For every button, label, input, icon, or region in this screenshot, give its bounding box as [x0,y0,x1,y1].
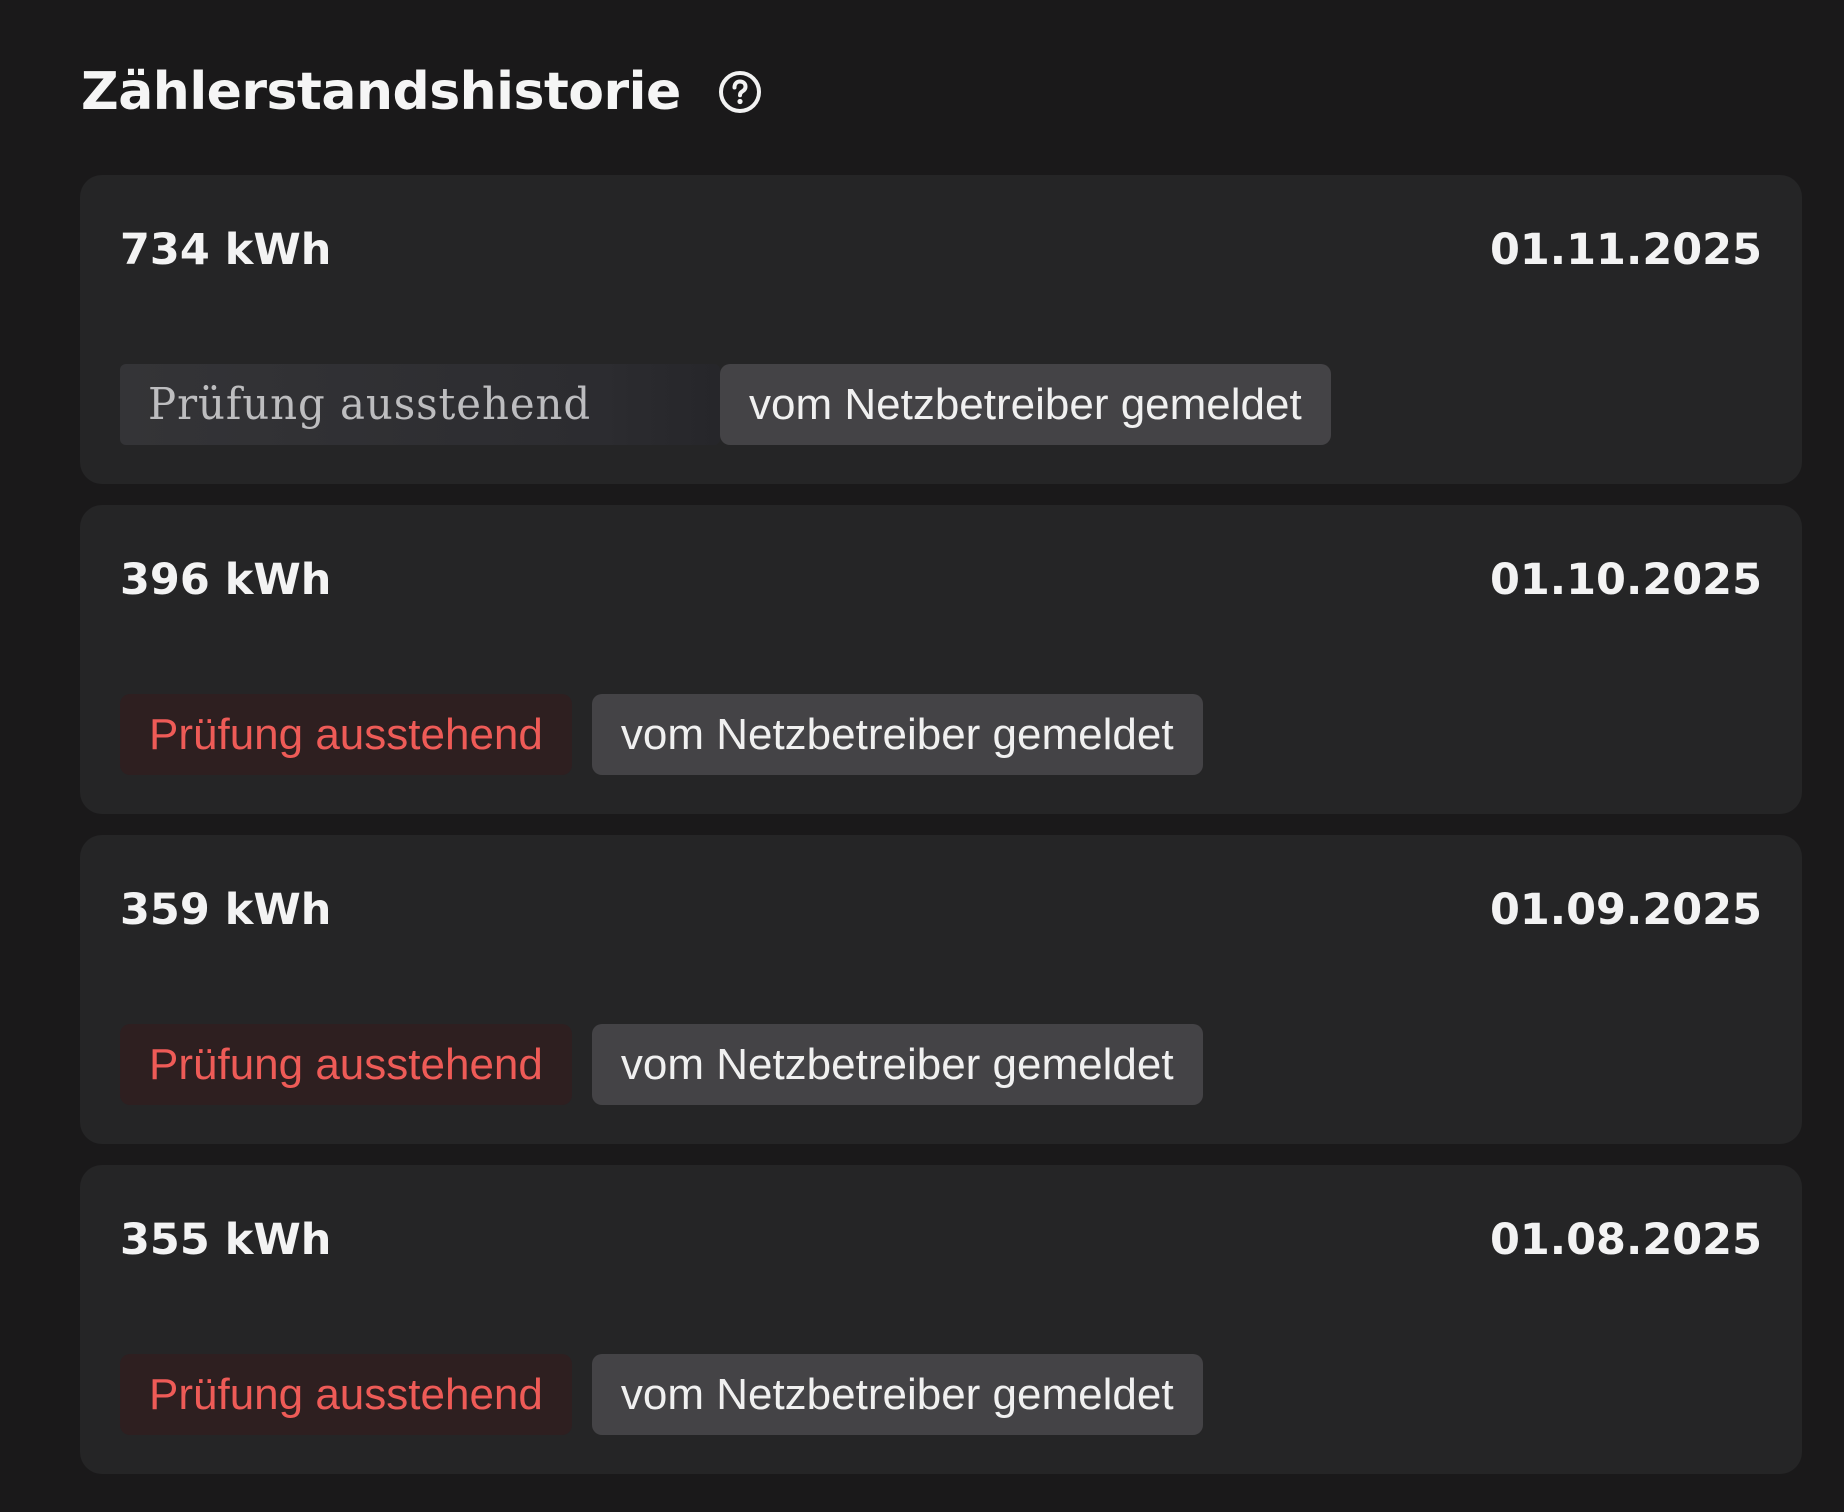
reading-date: 01.08.2025 [1489,1215,1762,1265]
source-badge-label: vom Netzbetreiber gemeldet [620,1039,1174,1089]
status-badge-label: Prüfung ausstehend [148,379,592,430]
source-badge: vom Netzbetreiber gemeldet [591,1354,1203,1435]
status-badge-label: Prüfung ausstehend [149,709,543,759]
badge-row: Prüfung ausstehend vom Netzbetreiber gem… [120,364,1351,445]
source-badge: vom Netzbetreiber gemeldet [720,364,1331,445]
page-header: Zählerstandshistorie [81,56,763,128]
badge-row: Prüfung ausstehend vom Netzbetreiber gem… [120,1354,1223,1435]
page-title: Zählerstandshistorie [81,62,681,122]
help-circle-icon[interactable] [717,69,763,115]
badge-row: Prüfung ausstehend vom Netzbetreiber gem… [120,1024,1223,1105]
reading-date: 01.10.2025 [1489,555,1762,605]
status-badge: Prüfung ausstehend [120,1354,572,1435]
reading-date: 01.11.2025 [1489,225,1762,275]
meter-reading-card: 355 kWh 01.08.2025 Prüfung ausstehend vo… [80,1165,1802,1474]
source-badge: vom Netzbetreiber gemeldet [591,1024,1203,1105]
status-badge: Prüfung ausstehend [120,694,572,775]
source-badge-label: vom Netzbetreiber gemeldet [749,379,1302,429]
badge-row: Prüfung ausstehend vom Netzbetreiber gem… [120,694,1223,775]
meter-reading-card: 359 kWh 01.09.2025 Prüfung ausstehend vo… [80,835,1802,1144]
status-badge: Prüfung ausstehend [120,1024,572,1105]
status-badge-label: Prüfung ausstehend [149,1039,543,1089]
reading-value: 355 kWh [120,1215,332,1265]
status-badge-label: Prüfung ausstehend [149,1369,543,1419]
meter-reading-list: 734 kWh 01.11.2025 Prüfung ausstehend vo… [80,175,1802,1495]
source-badge-label: vom Netzbetreiber gemeldet [620,1369,1174,1419]
source-badge: vom Netzbetreiber gemeldet [591,694,1203,775]
meter-reading-card: 734 kWh 01.11.2025 Prüfung ausstehend vo… [80,175,1802,484]
reading-date: 01.09.2025 [1489,885,1762,935]
reading-value: 734 kWh [120,225,332,275]
reading-value: 359 kWh [120,885,332,935]
status-badge: Prüfung ausstehend [120,364,720,445]
source-badge-label: vom Netzbetreiber gemeldet [620,709,1174,759]
meter-reading-card: 396 kWh 01.10.2025 Prüfung ausstehend vo… [80,505,1802,814]
reading-value: 396 kWh [120,555,332,605]
